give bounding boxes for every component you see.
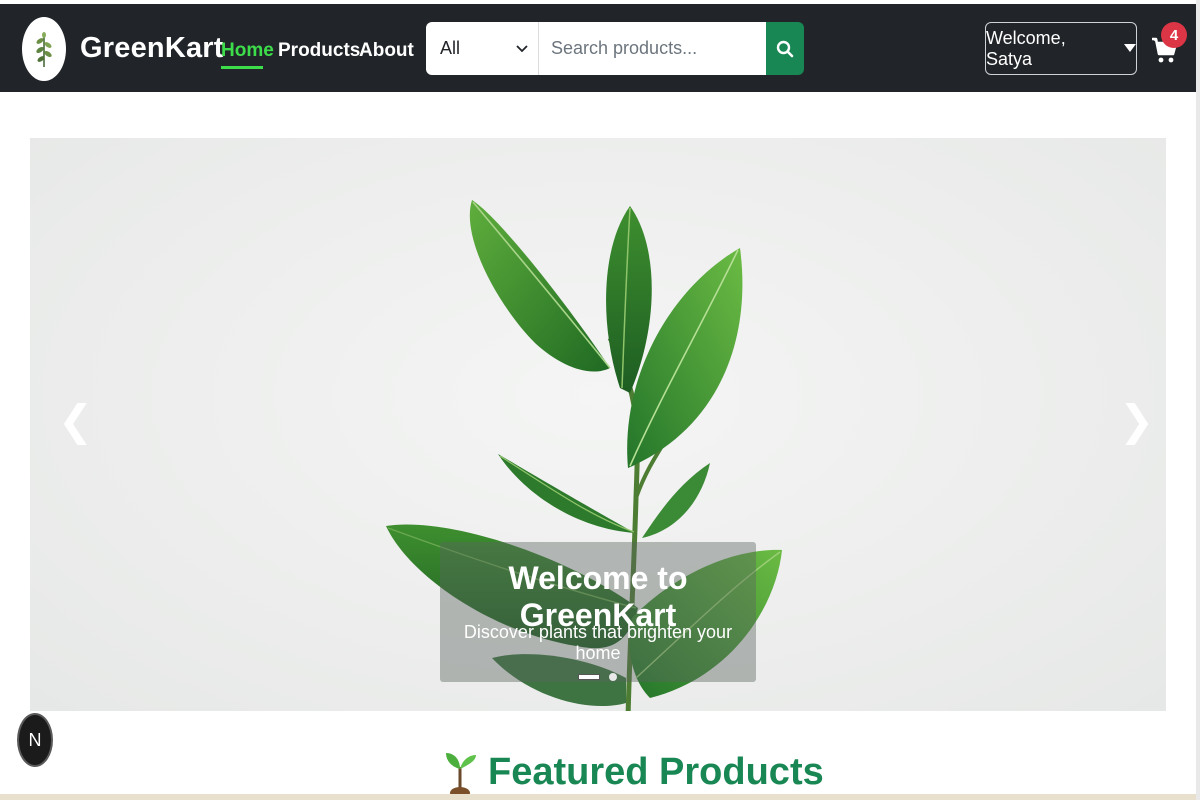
- scrollbar-track[interactable]: [1196, 0, 1200, 800]
- chevron-down-icon: [516, 44, 528, 52]
- navbar: GreenKart Home Products About All Welcom…: [0, 4, 1196, 92]
- welcome-label: Welcome, Satya: [986, 27, 1066, 69]
- search-input[interactable]: [539, 22, 766, 75]
- nav-products[interactable]: Products: [278, 40, 360, 62]
- page: GreenKart Home Products About All Welcom…: [0, 0, 1200, 800]
- category-select-value: All: [440, 38, 461, 58]
- brand-name[interactable]: GreenKart: [80, 32, 224, 65]
- caret-down-icon: [1124, 44, 1136, 52]
- bottom-strip: [0, 794, 1200, 800]
- nav-active-underline: [221, 66, 263, 69]
- carousel-indicator-1[interactable]: [578, 674, 600, 680]
- dev-tools-button[interactable]: N: [17, 713, 53, 767]
- sprout-leaf-icon: [36, 32, 52, 67]
- user-menu-button[interactable]: Welcome, Satya: [985, 22, 1137, 75]
- carousel-next-button[interactable]: ❯: [1119, 400, 1154, 442]
- featured-title: Featured Products: [488, 750, 824, 793]
- featured-heading: Featured Products: [444, 748, 824, 796]
- seedling-icon: [446, 753, 476, 795]
- category-select[interactable]: All: [426, 22, 539, 75]
- carousel-indicator-2[interactable]: [609, 673, 617, 681]
- hero-subtitle: Discover plants that brighten your home: [463, 622, 733, 663]
- cart-count-badge: 4: [1161, 22, 1187, 48]
- search-button[interactable]: [766, 22, 804, 75]
- nav-about[interactable]: About: [359, 40, 414, 62]
- nav-home[interactable]: Home: [221, 40, 274, 62]
- hero-carousel: ❮ ❯ Welcome to GreenKart Discover plants…: [30, 138, 1166, 711]
- search-icon: [776, 40, 794, 57]
- logo[interactable]: [22, 17, 66, 81]
- search-group: All: [426, 22, 804, 75]
- carousel-caption: Welcome to GreenKart Discover plants tha…: [440, 542, 756, 682]
- carousel-prev-button[interactable]: ❮: [58, 400, 93, 442]
